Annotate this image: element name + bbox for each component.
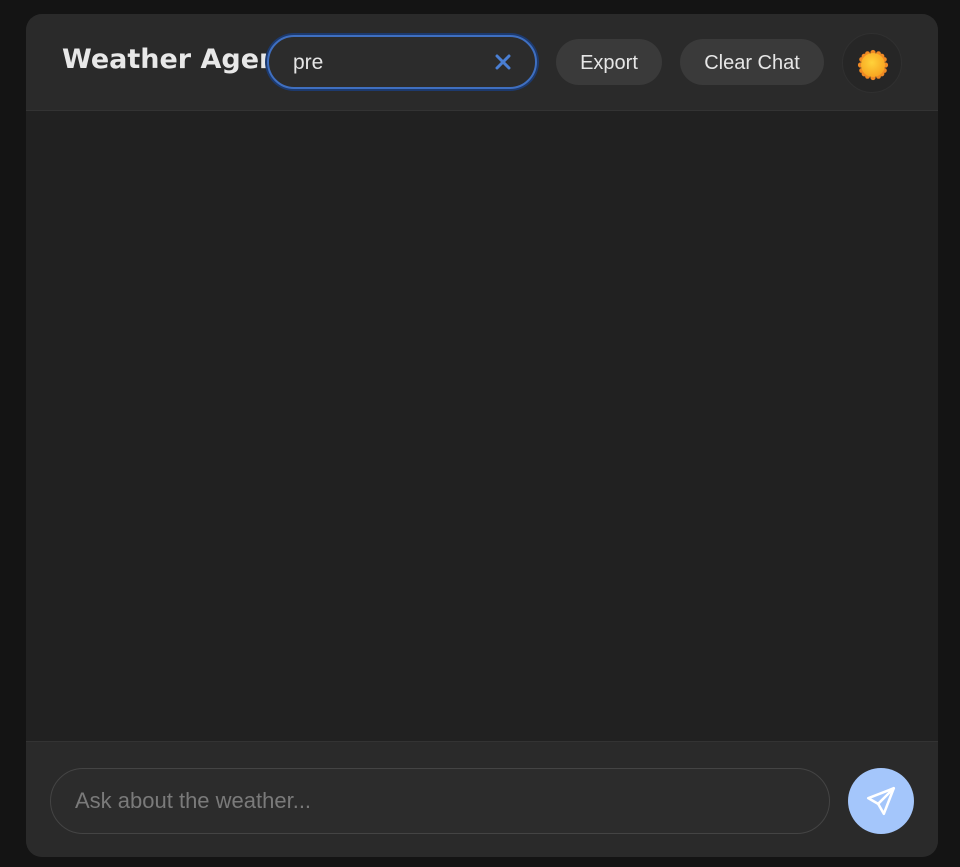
chat-messages-area <box>26 111 938 741</box>
composer <box>26 741 938 857</box>
header: Weather Agent Export Clear Chat <box>26 14 938 111</box>
send-button[interactable] <box>848 768 914 834</box>
sun-icon <box>857 49 889 81</box>
send-icon <box>866 786 896 816</box>
message-input[interactable] <box>50 768 830 834</box>
export-button[interactable]: Export <box>556 39 662 85</box>
close-icon[interactable] <box>491 50 515 74</box>
search-input[interactable] <box>293 50 483 76</box>
theme-toggle-button[interactable] <box>842 33 902 93</box>
clear-chat-button[interactable]: Clear Chat <box>680 39 824 85</box>
search-box[interactable] <box>267 35 537 89</box>
weather-agent-app: Weather Agent Export Clear Chat <box>26 14 938 857</box>
app-title: Weather Agent <box>62 44 292 75</box>
